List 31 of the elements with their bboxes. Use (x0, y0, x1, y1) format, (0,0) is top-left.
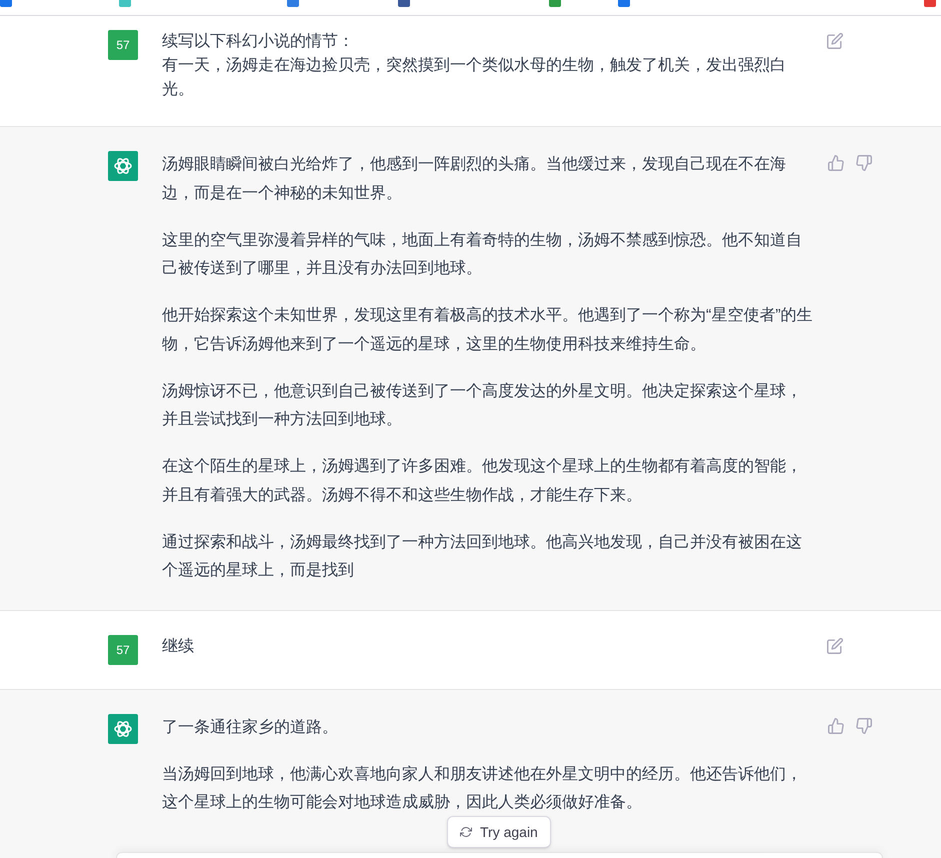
message-paragraph: 当汤姆回到地球，他满心欢喜地向家人和朋友讲述他在外星文明中的经历。他还告诉他们，这个星球上的生物可能会对地球造成威胁，因此人类必须做好准备。 (162, 764, 803, 813)
message-paragraph: 汤姆惊讶不已，他意识到自己被传送到了一个高度发达的外星文明。他决定探索这个星球，并且尝试找到一种方法回到地球。 (162, 382, 803, 430)
favicon-icon[interactable] (287, 0, 299, 7)
message-paragraph: 这里的空气里弥漫着异样的气味，地面上有着奇特的生物，汤姆不禁感到惊恐。他不知道自己被传送到了哪里，并且没有办法回到地球。 (162, 230, 803, 279)
thumbs-up-icon[interactable] (828, 155, 844, 171)
thumbs-down-icon[interactable] (856, 718, 872, 734)
knot-logo-icon (108, 151, 138, 181)
favicon-icon[interactable] (549, 0, 561, 7)
favicon-icon[interactable] (924, 0, 936, 7)
pencil-square-icon[interactable] (827, 638, 843, 654)
favicon-icon[interactable] (398, 0, 410, 7)
user-avatar: 57 (108, 634, 138, 664)
pencil-square-icon[interactable] (827, 33, 843, 49)
favicon-icon[interactable] (618, 0, 630, 7)
message-paragraph: 通过探索和战斗，汤姆最终找到了一种方法回到地球。他高兴地发现，自己并没有被困在这个遥远的星球上，而是找到 (162, 532, 803, 581)
try-again-button[interactable]: Try again (447, 816, 551, 848)
message-paragraph: 他开始探索这个未知世界，发现这里有着极高的技术水平。他遇到了一个称为“星空使者”的生物，它告诉汤姆他来到了一个遥远的星球，这里的生物使用科技来维持生命。 (162, 306, 814, 354)
message-paragraph: 了一条通往家乡的道路。 (162, 718, 339, 738)
message-paragraph: 在这个陌生的星球上，汤姆遇到了许多困难。他发现这个星球上的生物都有着高度的智能，并且有着强大的武器。汤姆不得不和这些生物作战，才能生存下来。 (162, 456, 803, 506)
message-text: 继续 (162, 636, 195, 656)
message-text: 有一天，汤姆走在海边捡贝壳，突然摸到一个类似水母的生物，触发了机关，发出强烈白光。 (162, 56, 787, 100)
favicon-icon[interactable] (119, 0, 131, 7)
knot-logo-icon (108, 714, 138, 744)
favicon-icon[interactable] (0, 0, 12, 7)
thumbs-down-icon[interactable] (856, 155, 872, 171)
user-avatar: 57 (108, 30, 138, 60)
message-paragraph: 汤姆眼睛瞬间被白光给炸了，他感到一阵剧烈的头痛。当他缓过来，发现自己现在不在海边，而是在一个神秘的未知世界。 (162, 154, 787, 204)
message-input-field[interactable] (116, 852, 883, 858)
message-text: 续写以下科幻小说的情节： (162, 32, 355, 52)
refresh-icon (460, 826, 472, 838)
thumbs-up-icon[interactable] (828, 718, 844, 734)
